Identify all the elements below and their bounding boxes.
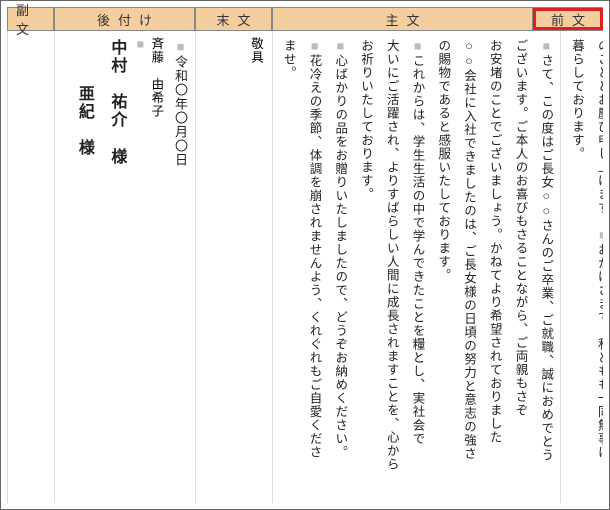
atozuke-section: ■令和〇年〇月〇日 斉藤 由希子■ 中村 祐介 様 亜紀 様: [54, 31, 195, 503]
atozuke-recipient2: 亜紀 様: [68, 37, 100, 499]
maebun-section: 拝啓■春光うららかな季節を迎え、皆様におかれましては益々ご清祥 のこととお慶び申…: [560, 31, 603, 503]
shubun-l2: ございます。ご本人のお喜びもさることながら、ご両親もさぞ: [507, 37, 533, 499]
shubun-l9: ■心ばかりの品をお贈りいたしましたので、どうぞお納めください。: [327, 37, 353, 499]
header-matsubun: 末文: [195, 8, 272, 30]
header-maebun: 前文: [533, 8, 603, 30]
shubun-l5: の賜物であると感服いたしております。: [430, 37, 456, 499]
header-atozuke: 後付け: [54, 8, 195, 30]
fukubun-section: [7, 31, 54, 503]
atozuke-sender: 斉藤 由希子■: [132, 37, 166, 499]
fukubun-text: [50, 37, 52, 499]
section-header-row: 副文 後付け 末文 主文 前文: [7, 7, 603, 31]
shubun-l1: ■さて、この度はご長女○○さんのご卒業、ご就職、誠におめでとう: [533, 37, 559, 499]
matsubun-keigu: 敬具: [247, 37, 266, 499]
header-fukubun: 副文: [7, 8, 54, 30]
shubun-l11: ませ。: [275, 37, 301, 499]
shubun-l8: お祈りいたしております。: [352, 37, 378, 499]
atozuke-recipient1: 中村 祐介 様: [100, 37, 132, 499]
shubun-l10: ■花冷えの季節、体調を崩されませんよう、くれぐれもご自愛くださ: [301, 37, 327, 499]
atozuke-date: ■令和〇年〇月〇日: [166, 37, 193, 499]
shubun-section: ■さて、この度はご長女○○さんのご卒業、ご就職、誠におめでとう ございます。ご本…: [272, 31, 560, 503]
letter-body: ■令和〇年〇月〇日 斉藤 由希子■ 中村 祐介 様 亜紀 様 敬具 ■さて、この…: [7, 31, 603, 503]
maebun-l3: 暮らしております。: [563, 37, 589, 499]
maebun-l2: のこととお慶び申し上げます。■おかげさまで、私どもも一同無事に: [589, 37, 603, 499]
header-shubun: 主文: [272, 8, 533, 30]
shubun-l3: お安堵のことでございましょう。かねてより希望されておりました: [481, 37, 507, 499]
shubun-l6: ■これからは、学生生活の中で学んできたことを糧とし、実社会で: [404, 37, 430, 499]
shubun-l7: 大いにご活躍され、よりすばらしい人間に成長されますことを、心から: [378, 37, 404, 499]
shubun-l4: ○○会社に入社できましたのは、ご長女様の日頃の努力と意志の強さ: [455, 37, 481, 499]
matsubun-section: 敬具: [195, 31, 272, 503]
matsubun-col1: [268, 37, 270, 499]
